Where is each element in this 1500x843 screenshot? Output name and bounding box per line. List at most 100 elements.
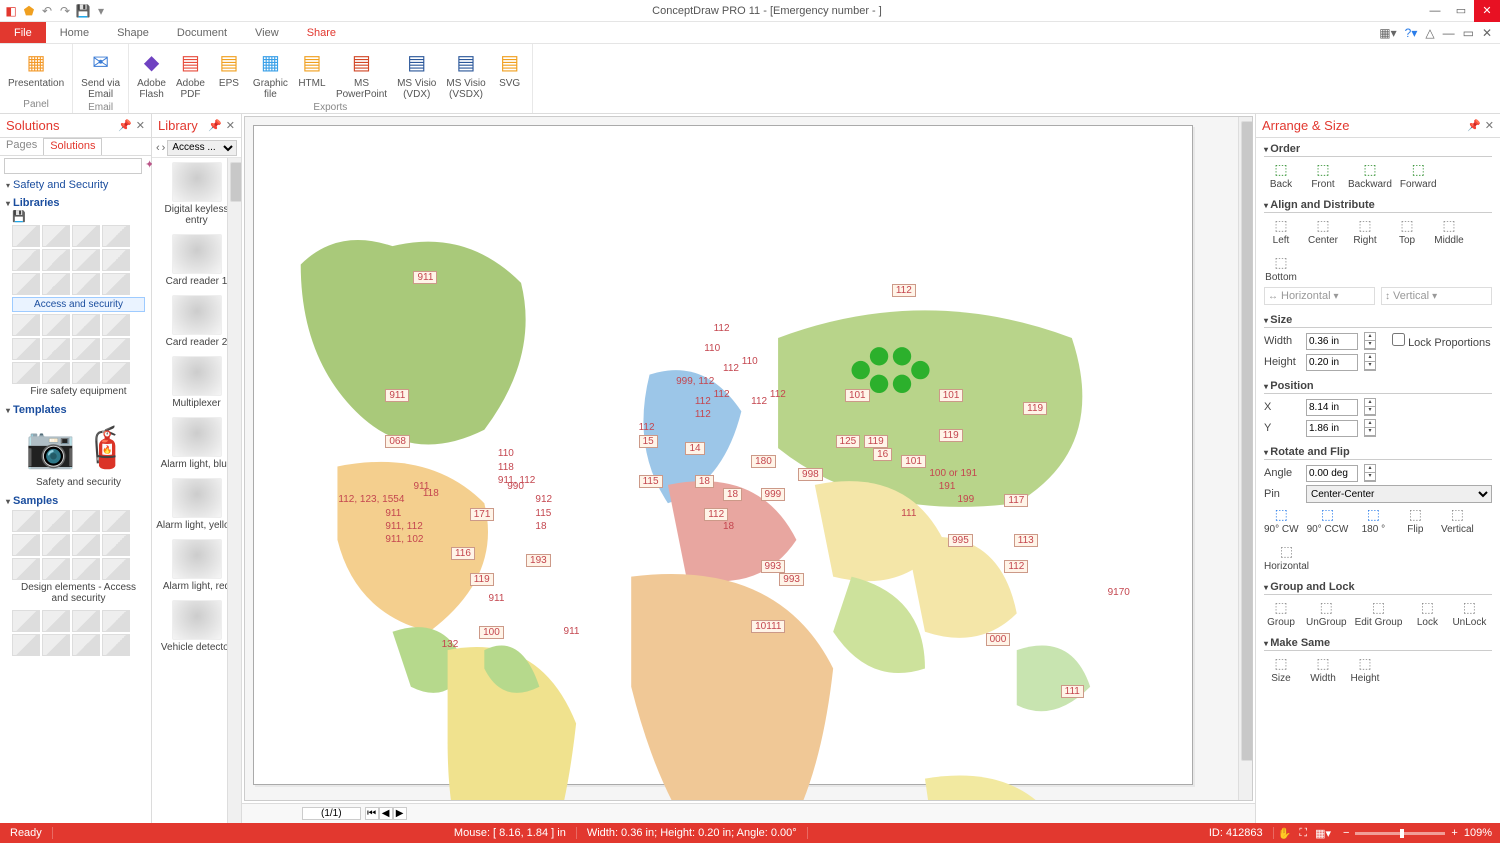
thumb[interactable] — [42, 314, 70, 336]
map-label[interactable]: 101 — [901, 455, 926, 468]
ribbon-button[interactable]: ▤MS Visio(VSDX) — [442, 46, 489, 102]
shield-icon[interactable]: ⬟ — [22, 4, 36, 18]
search-input[interactable] — [4, 158, 142, 174]
map-label[interactable]: 999, 112 — [676, 376, 714, 387]
ribbon-button[interactable]: ▦Graphicfile — [249, 46, 292, 102]
map-label[interactable]: 112 — [639, 422, 655, 433]
zoom-in-icon[interactable]: + — [1451, 827, 1457, 839]
arrange-button[interactable]: ⬚Left — [1264, 217, 1298, 246]
width-input[interactable] — [1306, 333, 1358, 350]
map-label[interactable]: 193 — [526, 554, 551, 567]
thumb[interactable] — [42, 362, 70, 384]
map-label[interactable]: 117 — [1004, 494, 1028, 507]
thumb[interactable] — [72, 314, 100, 336]
map-label[interactable]: 125 — [836, 435, 861, 448]
height-input[interactable] — [1306, 354, 1358, 371]
thumb[interactable] — [12, 362, 40, 384]
arrange-button[interactable]: ⬚Front — [1306, 161, 1340, 190]
map-label[interactable]: 110 — [498, 448, 514, 459]
map-label[interactable]: 171 — [470, 508, 495, 521]
arrange-button[interactable]: ⬚Vertical — [1440, 506, 1474, 535]
arrange-button[interactable]: ⬚Back — [1264, 161, 1298, 190]
thumb[interactable] — [102, 273, 130, 295]
arrange-button[interactable]: ⬚Edit Group — [1355, 599, 1403, 628]
thumb[interactable] — [42, 558, 70, 580]
thumb[interactable] — [42, 225, 70, 247]
arrange-button[interactable]: ⬚90° CW — [1264, 506, 1299, 535]
map-label[interactable]: 15 — [639, 435, 658, 448]
thumb[interactable] — [72, 510, 100, 532]
spinner[interactable]: ▴▾ — [1364, 353, 1376, 371]
tab-shape[interactable]: Shape — [103, 22, 163, 43]
tab-solutions[interactable]: Solutions — [43, 138, 102, 155]
arrange-button[interactable]: ⬚Lock — [1410, 599, 1444, 628]
next-icon[interactable]: › — [162, 142, 166, 154]
thumb[interactable] — [42, 510, 70, 532]
map-label[interactable]: 191 — [939, 481, 956, 492]
tab-view[interactable]: View — [241, 22, 293, 43]
arrange-button[interactable]: ⬚Size — [1264, 655, 1298, 684]
map-label[interactable]: 14 — [685, 442, 704, 455]
map-label[interactable]: 112 — [714, 389, 730, 400]
map-label[interactable]: 112 — [770, 389, 786, 400]
map-label[interactable]: 912 — [535, 494, 552, 505]
map-label[interactable]: 101 — [845, 389, 870, 402]
template-preview[interactable]: 📷🧯 — [12, 417, 145, 477]
spinner[interactable]: ▴▾ — [1364, 398, 1376, 416]
arrange-button[interactable]: ⬚Flip — [1398, 506, 1432, 535]
map-label[interactable]: 993 — [761, 560, 786, 573]
hand-icon[interactable]: ✋ — [1274, 827, 1296, 840]
ribbon-button[interactable]: ◆AdobeFlash — [133, 46, 170, 102]
map-label[interactable]: 115 — [639, 475, 663, 488]
thumb[interactable] — [102, 610, 130, 632]
tree-root[interactable]: Safety and Security — [6, 178, 145, 192]
library-body[interactable]: Digital keyless entryCard reader 1Card r… — [152, 158, 241, 823]
spinner[interactable]: ▴▾ — [1364, 332, 1376, 350]
map-label[interactable]: 911, 112 — [498, 475, 535, 486]
maximize-button[interactable]: ▭ — [1448, 0, 1474, 22]
thumb[interactable] — [12, 273, 40, 295]
spinner[interactable]: ▴▾ — [1364, 464, 1376, 482]
arrange-button[interactable]: ⬚Top — [1390, 217, 1424, 246]
thumb[interactable] — [102, 225, 130, 247]
ribbon-button[interactable]: ▤SVG — [492, 46, 528, 102]
thumb[interactable] — [12, 610, 40, 632]
pin-icon[interactable]: 📌 — [1467, 119, 1481, 132]
thumb[interactable] — [42, 249, 70, 271]
map-label[interactable]: 119 — [1023, 402, 1047, 415]
thumb[interactable] — [102, 510, 130, 532]
y-input[interactable] — [1306, 420, 1358, 437]
arrange-button[interactable]: ⬚Right — [1348, 217, 1382, 246]
arrange-button[interactable]: ⬚Horizontal — [1264, 543, 1309, 572]
ribbon-button[interactable]: ▤MS Visio(VDX) — [393, 46, 440, 102]
canvas[interactable]: 9119110681514115181801899999811218101101… — [244, 116, 1253, 801]
map-label[interactable]: 119 — [470, 573, 494, 586]
category-access[interactable]: Access and security — [12, 297, 145, 312]
map-label[interactable]: 993 — [779, 573, 804, 586]
solutions-body[interactable]: Safety and Security Libraries 💾 Access a… — [0, 176, 151, 823]
zoom-slider[interactable] — [1355, 832, 1445, 835]
redo-icon[interactable]: ↷ — [58, 4, 72, 18]
pin-icon[interactable]: 📌 — [208, 119, 222, 132]
map-label[interactable]: 100 or 191 — [929, 468, 977, 479]
map-label[interactable]: 9170 — [1108, 587, 1130, 598]
close-icon[interactable]: ✕ — [136, 119, 145, 132]
arrange-body[interactable]: Order ⬚Back⬚Front⬚Backward⬚Forward Align… — [1256, 138, 1500, 823]
spinner[interactable]: ▴▾ — [1364, 419, 1376, 437]
thumb[interactable] — [72, 225, 100, 247]
thumb[interactable] — [12, 314, 40, 336]
map-label[interactable]: 116 — [451, 547, 475, 560]
map-label[interactable]: 113 — [1014, 534, 1038, 547]
ribbon-button[interactable]: ✉Send viaEmail — [77, 46, 124, 102]
map-label[interactable]: 115 — [535, 508, 551, 519]
map-label[interactable]: 119 — [939, 429, 963, 442]
mdi-min-icon[interactable]: — — [1443, 26, 1455, 40]
thumb[interactable] — [72, 273, 100, 295]
sample-design[interactable]: Design elements - Access and security — [12, 582, 145, 604]
close-icon[interactable]: ✕ — [1485, 119, 1494, 132]
map-label[interactable]: 112 — [704, 508, 728, 521]
thumb[interactable] — [12, 249, 40, 271]
arrange-button[interactable]: ⬚Backward — [1348, 161, 1392, 190]
ribbon-button[interactable]: ▤MSPowerPoint — [332, 46, 391, 102]
arrange-button[interactable]: ⬚UnLock — [1452, 599, 1486, 628]
